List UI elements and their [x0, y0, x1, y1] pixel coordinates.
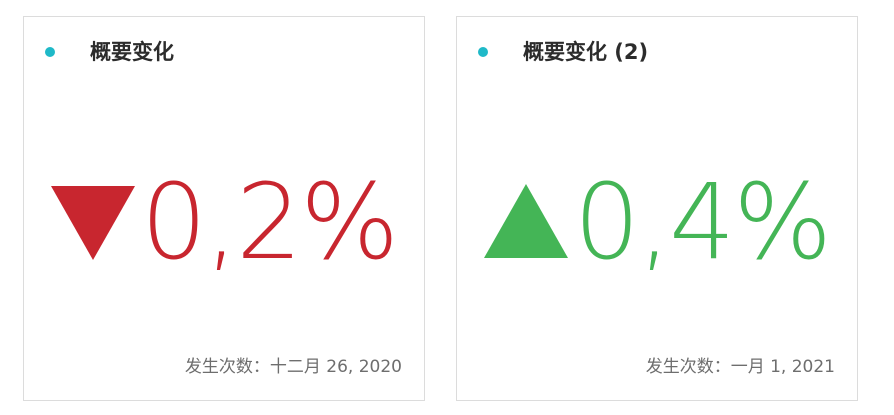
summary-change-card-2[interactable]: 概要变化 (2) 0,4% 发生次数：一月 1, 2021 [456, 16, 858, 401]
legend-dot-icon [45, 47, 55, 57]
triangle-down-icon [50, 186, 135, 260]
card-title: 概要变化 (2) [523, 40, 649, 64]
card-title: 概要变化 [90, 40, 174, 64]
occurrence-date: 发生次数：一月 1, 2021 [645, 357, 835, 377]
metric-value-row: 0,4% [457, 157, 857, 287]
triangle-up-icon [483, 184, 568, 258]
summary-change-dashboard: 概要变化 0,2% 发生次数：十二月 26, 2020 概要变化 (2) 0,4… [0, 0, 894, 415]
metric-value: 0,2% [140, 161, 399, 283]
metric-value-row: 0,2% [24, 157, 424, 287]
legend-dot-icon [478, 47, 488, 57]
summary-change-card[interactable]: 概要变化 0,2% 发生次数：十二月 26, 2020 [23, 16, 425, 401]
metric-value: 0,4% [573, 161, 832, 283]
occurrence-date: 发生次数：十二月 26, 2020 [184, 357, 402, 377]
